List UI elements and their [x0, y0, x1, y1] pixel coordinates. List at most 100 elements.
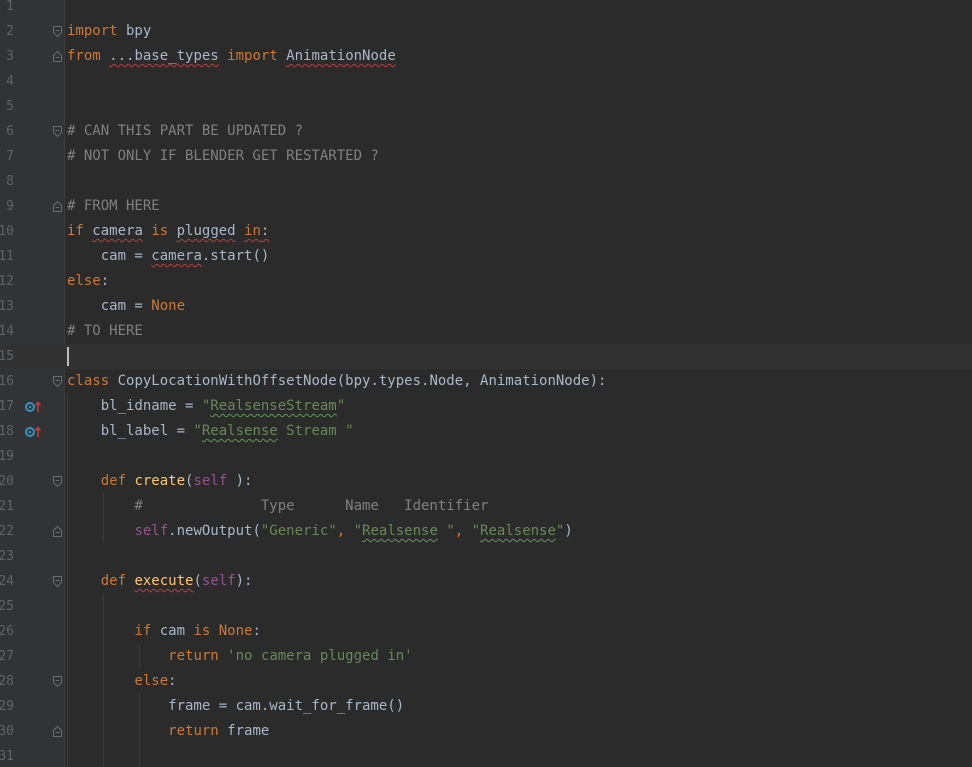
string-token: " [437, 523, 455, 539]
string-token: RealsenseStream [210, 398, 337, 414]
code-line[interactable]: 3 from ...base_types import AnimationNode [0, 44, 972, 69]
self-token: self [134, 523, 169, 539]
self-token: self [193, 473, 228, 489]
code-line[interactable]: 23 [0, 544, 972, 569]
code-text[interactable]: else: [67, 269, 109, 294]
code-text[interactable]: import bpy [67, 19, 151, 44]
code-text[interactable]: # TO HERE [67, 319, 143, 344]
string-token: " [471, 523, 481, 539]
code-line[interactable]: 27 return 'no camera plugged in' [0, 644, 972, 669]
code-line[interactable]: 29 frame = cam.wait_for_frame() [0, 694, 972, 719]
code-text[interactable]: if camera is plugged in: [67, 219, 269, 244]
code-text[interactable]: def execute(self): [67, 569, 253, 594]
keyword-token: else [134, 673, 169, 689]
code-text[interactable]: class CopyLocationWithOffsetNode(bpy.typ… [67, 369, 606, 394]
string-token: " [353, 523, 363, 539]
comment-token: # FROM HERE [67, 198, 160, 214]
fold-collapse-icon[interactable] [53, 476, 62, 487]
code-text[interactable]: else: [67, 669, 176, 694]
fold-end-icon[interactable] [53, 526, 62, 537]
code-line[interactable]: 18 bl_label = "Realsense Stream " [0, 419, 972, 444]
fold-collapse-icon[interactable] [53, 576, 62, 587]
code-line[interactable]: 6 # CAN THIS PART BE UPDATED ? [0, 119, 972, 144]
code-line[interactable]: 22 self.newOutput("Generic", "Realsense … [0, 519, 972, 544]
code-text[interactable]: # NOT ONLY IF BLENDER GET RESTARTED ? [67, 144, 379, 169]
code-text[interactable]: cam = None [67, 294, 185, 319]
fold-collapse-icon[interactable] [53, 126, 62, 137]
code-line[interactable]: 2 import bpy [0, 19, 972, 44]
code-line[interactable]: 19 [0, 444, 972, 469]
code-text[interactable]: self.newOutput("Generic", "Realsense ", … [67, 519, 572, 544]
code-line[interactable]: 13 cam = None [0, 294, 972, 319]
keyword-token: def [100, 573, 127, 589]
keyword-token: if [134, 623, 152, 639]
code-line[interactable]: 4 [0, 69, 972, 94]
code-editor[interactable]: 1 2 import bpy 3 from ...base_types import A… [0, 0, 972, 767]
code-text[interactable]: bl_label = "Realsense Stream " [67, 419, 354, 444]
code-line[interactable]: 14 # TO HERE [0, 319, 972, 344]
code-line[interactable]: 20 def create(self ): [0, 469, 972, 494]
fold-end-icon[interactable] [53, 726, 62, 737]
code-line[interactable]: 10 if camera is plugged in: [0, 219, 972, 244]
code-line[interactable]: 7 # NOT ONLY IF BLENDER GET RESTARTED ? [0, 144, 972, 169]
code-token: : [252, 623, 261, 639]
code-line[interactable]: 21 # Type Name Identifier [0, 494, 972, 519]
fold-end-icon[interactable] [53, 51, 62, 62]
code-line[interactable]: 25 [0, 594, 972, 619]
fold-end-icon[interactable] [53, 201, 62, 212]
code-token: ( [193, 573, 202, 589]
keyword-token: class [67, 373, 110, 389]
keyword-token: if [67, 223, 84, 239]
code-line[interactable]: 8 [0, 169, 972, 194]
code-text[interactable]: if cam is None: [67, 619, 261, 644]
keyword-token: None [218, 623, 253, 639]
code-line[interactable]: 5 [0, 94, 972, 119]
comment-token: # CAN THIS PART BE UPDATED ? [67, 123, 304, 139]
code-text[interactable]: from ...base_types import AnimationNode [67, 44, 396, 69]
code-line[interactable]: 17 bl_idname = "RealsenseStream" [0, 394, 972, 419]
code-line[interactable]: 26 if cam is None: [0, 619, 972, 644]
line-number: 25 [0, 599, 14, 614]
code-token: frame [218, 723, 270, 739]
code-line[interactable]: 12 else: [0, 269, 972, 294]
code-text[interactable]: # CAN THIS PART BE UPDATED ? [67, 119, 303, 144]
code-line[interactable]: 16 class CopyLocationWithOffsetNode(bpy.t… [0, 369, 972, 394]
line-number: 31 [0, 749, 14, 764]
current-line[interactable]: 15 [0, 344, 972, 369]
code-token: bpy [117, 23, 152, 39]
fold-collapse-icon[interactable] [53, 376, 62, 387]
line-number: 26 [0, 624, 14, 639]
code-text[interactable]: return frame [67, 719, 269, 744]
code-text[interactable]: # FROM HERE [67, 194, 160, 219]
code-line[interactable]: 24 def execute(self): [0, 569, 972, 594]
override-method-icon[interactable] [24, 425, 42, 438]
line-number: 3 [6, 49, 14, 64]
fold-collapse-icon[interactable] [53, 676, 62, 687]
line-number: 1 [6, 0, 14, 14]
code-text[interactable]: frame = cam.wait_for_frame() [67, 694, 404, 719]
code-token: AnimationNode [286, 48, 396, 64]
fold-collapse-icon[interactable] [53, 26, 62, 37]
code-line[interactable]: 1 [0, 0, 972, 19]
code-text[interactable]: cam = camera.start() [67, 244, 270, 269]
code-line[interactable]: 9 # FROM HERE [0, 194, 972, 219]
override-method-icon[interactable] [24, 400, 42, 413]
code-text[interactable]: def create(self ): [67, 469, 253, 494]
comment-token: # NOT ONLY IF BLENDER GET RESTARTED ? [67, 148, 379, 164]
code-line[interactable]: 11 cam = camera.start() [0, 244, 972, 269]
keyword-token: return [168, 648, 219, 664]
code-line[interactable]: 30 return frame [0, 719, 972, 744]
code-text[interactable]: return 'no camera plugged in' [67, 644, 412, 669]
code-text[interactable]: # Type Name Identifier [67, 494, 488, 519]
code-line[interactable]: 31 [0, 744, 972, 767]
code-text[interactable]: bl_idname = "RealsenseStream" [67, 394, 345, 419]
keyword-token: from [67, 48, 101, 64]
code-line[interactable]: 28 else: [0, 669, 972, 694]
